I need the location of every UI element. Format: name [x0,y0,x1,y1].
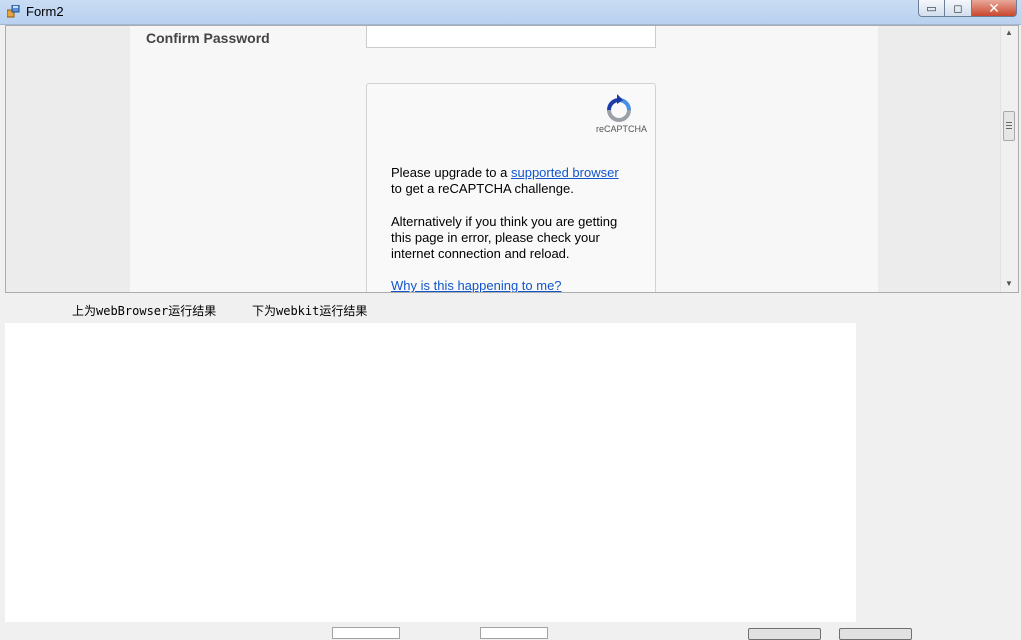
captcha-upgrade-prefix: Please upgrade to a [391,165,511,180]
recaptcha-brand-text: reCAPTCHA [596,124,648,134]
captcha-upgrade-suffix: to get a reCAPTCHA challenge. [391,181,574,196]
bottom-button-2[interactable] [839,628,912,640]
window-titlebar[interactable]: Form2 ▭ ◻ ✕ [0,0,1021,25]
scroll-down-arrow-icon[interactable]: ▼ [1005,279,1013,288]
bottom-input-2[interactable] [480,627,548,639]
minimize-button[interactable]: ▭ [918,0,945,17]
webbrowser-panel[interactable]: Confirm Password reCAPTCHA Please upgrad… [5,25,1019,293]
captcha-upgrade-message: Please upgrade to a supported browser to… [391,165,636,197]
scrollbar-thumb[interactable] [1003,111,1015,141]
bottom-button-1[interactable] [748,628,821,640]
webkit-result-label: 下为webkit运行结果 [252,304,368,318]
recaptcha-box: reCAPTCHA Please upgrade to a supported … [366,83,656,292]
webbrowser-result-label: 上为webBrowser运行结果 [72,304,217,318]
why-happening-link[interactable]: Why is this happening to me? [391,278,562,292]
window-title: Form2 [26,4,64,19]
maximize-button[interactable]: ◻ [945,0,972,17]
recaptcha-logo-icon [607,94,631,122]
supported-browser-link[interactable]: supported browser [511,165,619,180]
webkit-panel[interactable] [5,323,856,622]
confirm-password-label: Confirm Password [146,30,270,46]
app-icon [7,5,20,18]
bottom-input-1[interactable] [332,627,400,639]
maximize-icon: ◻ [953,2,963,15]
confirm-password-input[interactable] [366,26,656,48]
vertical-scrollbar[interactable]: ▲ ▼ [1000,26,1018,292]
close-icon: ✕ [988,0,1000,16]
scroll-up-arrow-icon[interactable]: ▲ [1005,28,1013,37]
close-button[interactable]: ✕ [972,0,1017,17]
captcha-alternative-message: Alternatively if you think you are getti… [391,214,618,261]
minimize-icon: ▭ [926,2,937,15]
web-page: Confirm Password reCAPTCHA Please upgrad… [130,26,878,292]
